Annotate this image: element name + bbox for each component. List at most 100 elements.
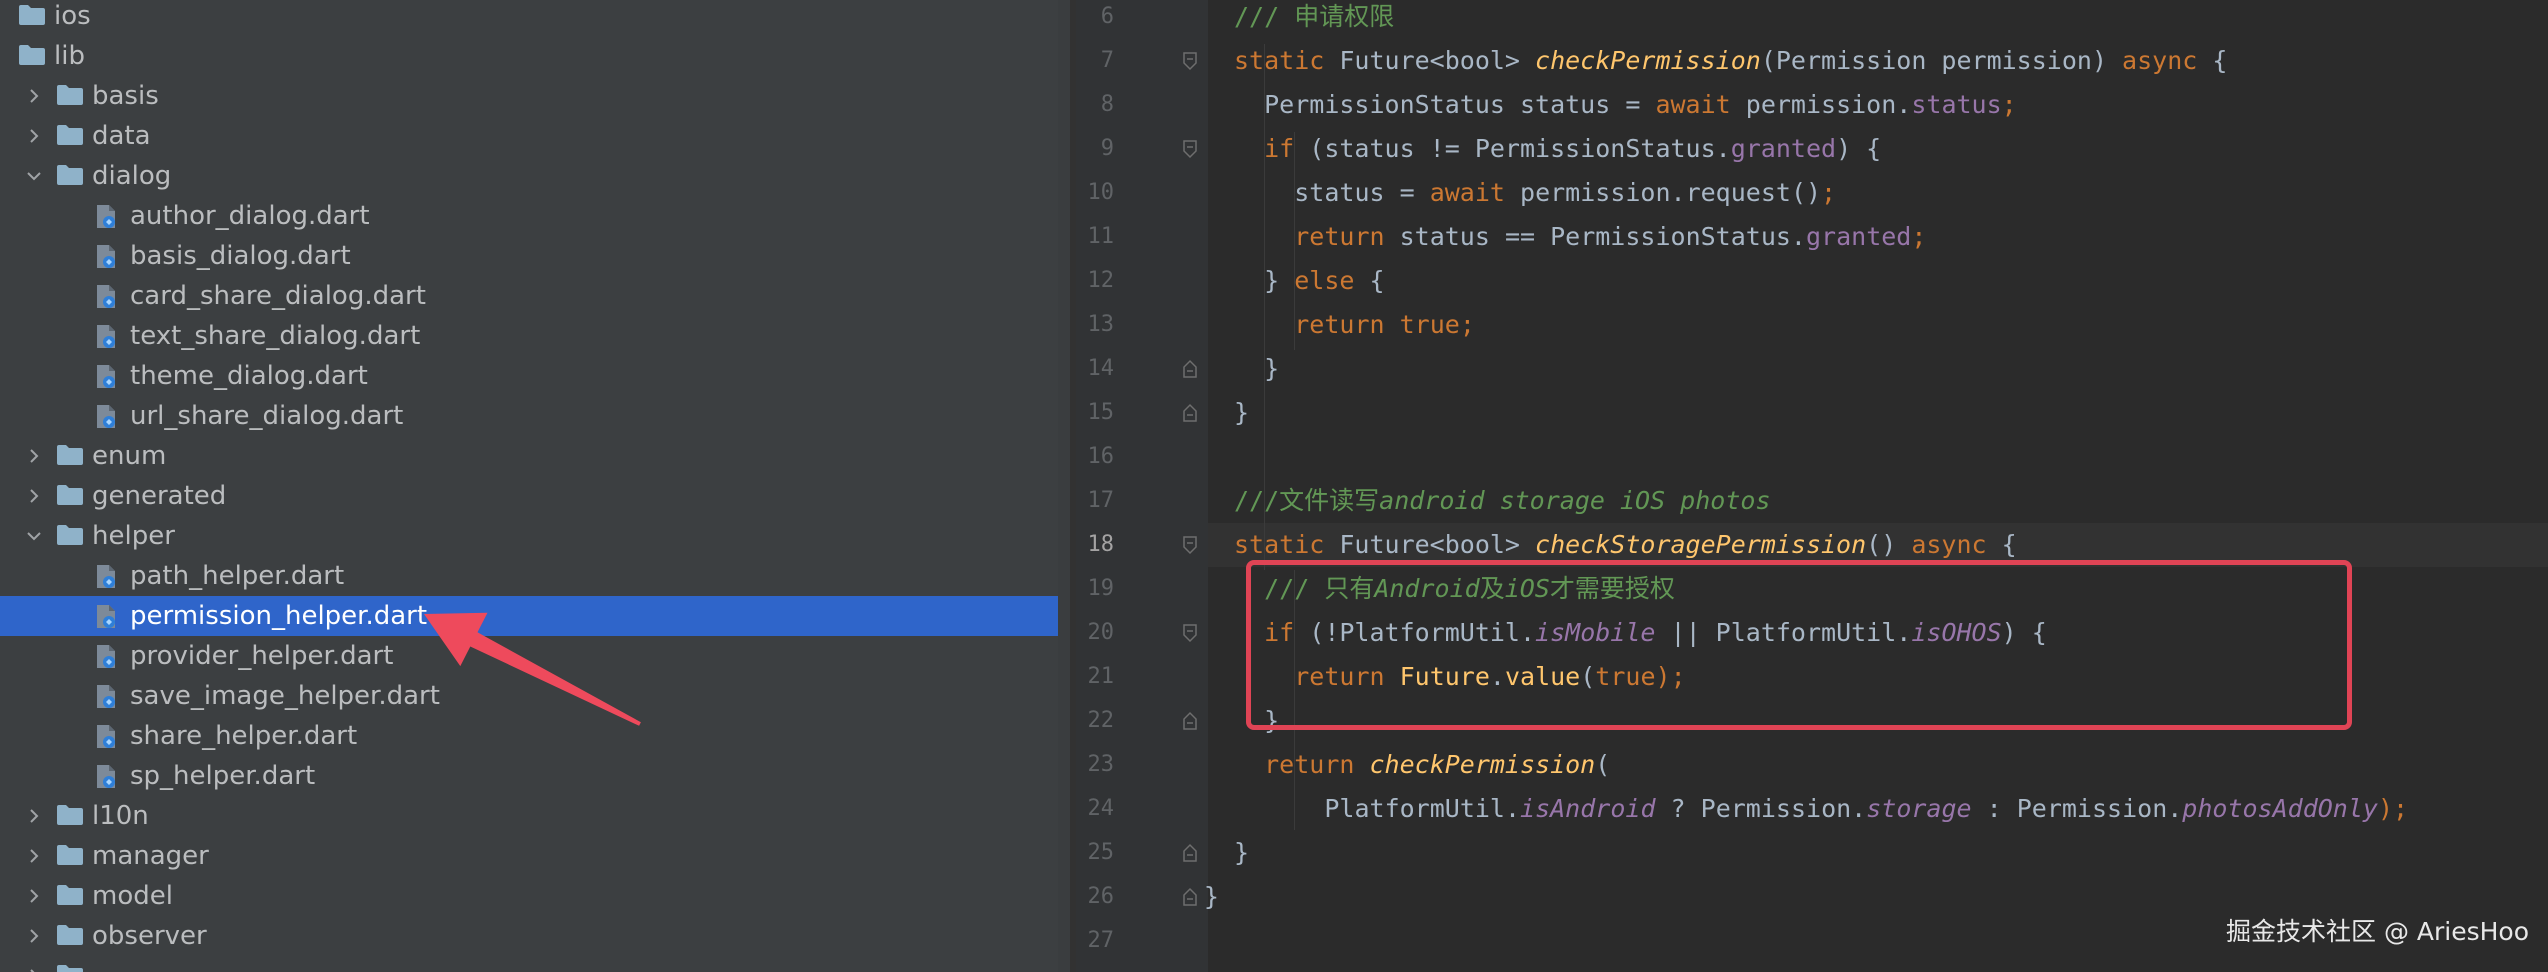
code-token: async [1911, 530, 2002, 559]
chevron-down-icon[interactable] [24, 156, 48, 196]
code-line[interactable]: status = await permission.request(); [1294, 171, 1836, 215]
code-editor[interactable]: 6 7 8 9 10 11 12 13 14 15 16 17 18 19 20 21 22 23 24 25 26 27… [1076, 0, 2548, 972]
code-token: return [1294, 310, 1400, 339]
chevron-down-icon[interactable] [24, 516, 48, 556]
code-line[interactable]: } [1234, 391, 1249, 435]
dart-file-icon [94, 284, 122, 308]
code-token: ; [1821, 178, 1837, 207]
tree-folder-item[interactable]: enum [0, 436, 1070, 476]
fold-open-icon[interactable] [1182, 535, 1198, 555]
tree-item-label: url_share_dialog.dart [130, 401, 404, 431]
tree-item-label: provider_helper.dart [130, 641, 394, 671]
fold-close-icon[interactable] [1182, 403, 1198, 423]
code-token: ; [1459, 310, 1475, 339]
tree-item-label: data [92, 121, 151, 151]
tree-scrollbar[interactable] [1058, 0, 1070, 972]
dart-file-icon [94, 724, 122, 748]
chevron-right-icon[interactable] [24, 436, 48, 476]
fold-close-icon[interactable] [1182, 843, 1198, 863]
code-token: ; [2001, 90, 2017, 119]
code-line[interactable]: PlatformUtil.isAndroid ? Permission.stor… [1324, 787, 2408, 831]
code-line[interactable]: } [1204, 875, 1219, 919]
code-token: checkPermission [1535, 46, 1761, 75]
code-line[interactable]: return status == PermissionStatus.grante… [1294, 215, 1926, 259]
tree-file-item[interactable]: basis_dialog.dart [0, 236, 1070, 276]
folder-icon [56, 804, 84, 828]
code-line[interactable]: /// 申请权限 [1234, 0, 1394, 39]
code-line[interactable]: if (status != PermissionStatus.granted) … [1264, 127, 1881, 171]
tree-file-item[interactable]: author_dialog.dart [0, 196, 1070, 236]
code-line[interactable]: static Future<bool> checkPermission(Perm… [1234, 39, 2227, 83]
tree-file-item[interactable]: path_helper.dart [0, 556, 1070, 596]
code-token: ( [1595, 750, 1611, 779]
dart-file-icon [94, 244, 122, 268]
code-token: { [2001, 530, 2017, 559]
tree-item-label: model [92, 881, 173, 911]
chevron-right-icon[interactable] [24, 836, 48, 876]
tree-folder-item[interactable]: model [0, 876, 1070, 916]
fold-close-icon[interactable] [1182, 887, 1198, 907]
tree-folder-item[interactable]: generated [0, 476, 1070, 516]
code-line[interactable]: return checkPermission( [1264, 743, 1610, 787]
tree-item-label: ios [54, 1, 91, 31]
tree-file-item[interactable]: permission_helper.dart [0, 596, 1070, 636]
chevron-right-icon[interactable] [24, 116, 48, 156]
code-token: (Permission permission) [1760, 46, 2123, 75]
code-line[interactable]: } [1264, 347, 1279, 391]
line-number: 27 [1087, 928, 1115, 953]
code-token: photosAddOnly [2182, 794, 2378, 823]
code-line[interactable]: } [1234, 831, 1249, 875]
tree-folder-item[interactable]: helper [0, 516, 1070, 556]
tree-item-label: basis [92, 81, 159, 111]
chevron-right-icon[interactable] [24, 876, 48, 916]
folder-icon [56, 924, 84, 948]
tree-folder-item[interactable]: observer [0, 916, 1070, 956]
chevron-right-icon[interactable] [24, 76, 48, 116]
tree-file-item[interactable]: save_image_helper.dart [0, 676, 1070, 716]
code-token: : Permission. [1971, 794, 2183, 823]
chevron-right-icon[interactable] [24, 956, 48, 972]
fold-open-icon[interactable] [1182, 51, 1198, 71]
code-token: ? Permission. [1655, 794, 1867, 823]
code-token: } [1234, 838, 1250, 867]
chevron-right-icon[interactable] [24, 796, 48, 836]
dart-file-icon [94, 684, 122, 708]
tree-folder-item[interactable]: ios [0, 0, 1070, 36]
tree-file-item[interactable]: sp_helper.dart [0, 756, 1070, 796]
tree-folder-item[interactable]: lib [0, 36, 1070, 76]
code-line[interactable]: PermissionStatus status = await permissi… [1264, 83, 2017, 127]
chevron-right-icon[interactable] [24, 476, 48, 516]
tree-file-item[interactable]: text_share_dialog.dart [0, 316, 1070, 356]
tree-file-item[interactable]: share_helper.dart [0, 716, 1070, 756]
fold-open-icon[interactable] [1182, 623, 1198, 643]
fold-open-icon[interactable] [1182, 139, 1198, 159]
dart-file-icon [94, 324, 122, 348]
line-number: 19 [1087, 576, 1115, 601]
tree-file-item[interactable]: url_share_dialog.dart [0, 396, 1070, 436]
code-token: if [1264, 134, 1310, 163]
tree-file-item[interactable]: theme_dialog.dart [0, 356, 1070, 396]
code-line[interactable]: } else { [1264, 259, 1384, 303]
tree-file-item[interactable]: card_share_dialog.dart [0, 276, 1070, 316]
tree-folder-item[interactable]: manager [0, 836, 1070, 876]
code-line[interactable]: return true; [1294, 303, 1475, 347]
folder-icon [56, 964, 84, 972]
fold-close-icon[interactable] [1182, 359, 1198, 379]
tree-folder-item[interactable]: l10n [0, 796, 1070, 836]
tree-folder-item[interactable]: dialog [0, 156, 1070, 196]
fold-close-icon[interactable] [1182, 711, 1198, 731]
chevron-right-icon[interactable] [24, 916, 48, 956]
line-number: 18 [1087, 532, 1115, 557]
tree-folder-item[interactable] [0, 956, 1070, 972]
folder-icon [56, 884, 84, 908]
tree-folder-item[interactable]: basis [0, 76, 1070, 116]
code-token: (status != PermissionStatus. [1309, 134, 1731, 163]
dart-file-icon [94, 604, 122, 628]
tree-file-item[interactable]: provider_helper.dart [0, 636, 1070, 676]
tree-item-label: author_dialog.dart [130, 201, 370, 231]
tree-folder-item[interactable]: data [0, 116, 1070, 156]
ide-window: ios lib basis data dialog author_dialog.dartb… [0, 0, 2548, 972]
code-line[interactable]: ///文件读写android storage iOS photos [1234, 479, 1771, 523]
code-token: else [1294, 266, 1370, 295]
code-token: { [2212, 46, 2228, 75]
